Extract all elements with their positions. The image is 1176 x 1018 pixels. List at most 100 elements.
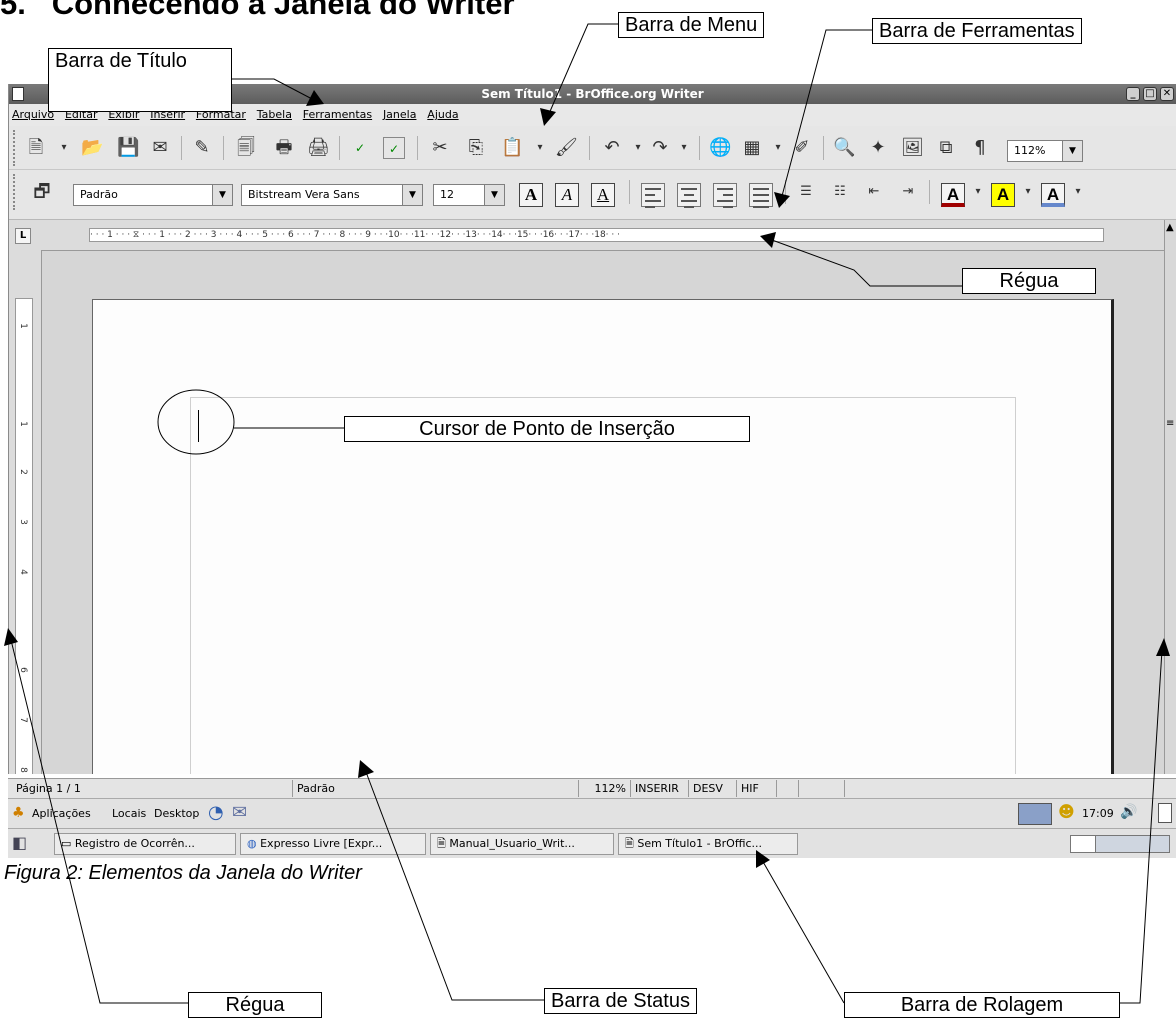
auto-spellcheck-icon[interactable]: ✓	[383, 137, 405, 159]
status-hyphenation[interactable]: HIF	[736, 780, 776, 797]
new-document-icon[interactable]: 🗎	[25, 137, 47, 159]
spellcheck-icon[interactable]: ✓	[349, 137, 371, 159]
export-pdf-icon[interactable]: 🗐	[235, 137, 257, 159]
background-color-dropdown-icon[interactable]: ▾	[1067, 181, 1089, 203]
vertical-scrollbar[interactable]: ▲ ≡ ⌃ ⌄ ◉	[1164, 220, 1176, 774]
italic-button[interactable]: A	[555, 183, 579, 207]
notes-icon[interactable]	[1158, 803, 1172, 823]
align-center-button[interactable]	[677, 183, 701, 208]
font-color-button[interactable]: A	[941, 183, 965, 207]
redo-icon[interactable]: ↷	[649, 137, 671, 159]
paste-dropdown-icon[interactable]: ▾	[529, 137, 551, 159]
paste-icon[interactable]: 📋	[501, 137, 523, 159]
menu-places[interactable]: Locais	[112, 807, 146, 820]
taskbar-item[interactable]: ▭ Registro de Ocorrên...	[54, 833, 236, 855]
toolbar-grip[interactable]	[13, 130, 17, 166]
status-style[interactable]: Padrão	[292, 780, 578, 797]
cut-icon[interactable]: ✂	[429, 137, 451, 159]
show-desktop-icon[interactable]: ◧	[12, 833, 27, 852]
navigator-icon[interactable]: ✦	[867, 137, 889, 159]
menu-ajuda[interactable]: Ajuda	[427, 108, 458, 121]
status-selection-mode[interactable]: DESV	[688, 780, 736, 797]
toolbar-grip[interactable]	[13, 174, 17, 210]
justify-button[interactable]	[749, 183, 773, 208]
network-icon[interactable]	[1018, 803, 1052, 825]
underline-button[interactable]: A	[591, 183, 615, 207]
redo-dropdown-icon[interactable]: ▾	[673, 137, 695, 159]
table-icon[interactable]: ▦	[741, 137, 763, 159]
user-icon[interactable]: ☻	[1058, 802, 1075, 821]
bold-button[interactable]: A	[519, 183, 543, 207]
chevron-down-icon[interactable]: ▼	[212, 185, 232, 205]
taskbar-item-label: Registro de Ocorrên...	[74, 837, 195, 850]
align-right-button[interactable]	[713, 183, 737, 208]
horizontal-ruler[interactable]: · · · 1 · · · ⧖ · · · 1 · · · 2 · · · 3 …	[9, 220, 1176, 250]
chevron-down-icon[interactable]: ▼	[402, 185, 422, 205]
font-color-dropdown-icon[interactable]: ▾	[967, 181, 989, 203]
browser-launcher-icon[interactable]: ◔	[208, 802, 224, 823]
decrease-indent-icon[interactable]: ⇤	[863, 181, 885, 203]
chevron-down-icon[interactable]: ▼	[484, 185, 504, 205]
taskbar-item[interactable]: 🗎 Sem Título1 - BrOffic...	[618, 833, 798, 855]
print-preview-icon[interactable]: 🖨	[307, 137, 330, 159]
taskbar-item[interactable]: ◍ Expresso Livre [Expr...	[240, 833, 426, 855]
menu-janela[interactable]: Janela	[383, 108, 417, 121]
print-icon[interactable]: 🖶	[273, 137, 295, 159]
email-icon[interactable]: ✉	[149, 137, 171, 159]
edit-file-icon[interactable]: ✎	[191, 137, 213, 159]
data-sources-icon[interactable]: ⧉	[935, 137, 957, 159]
styles-formatting-icon[interactable]: 🗗	[31, 181, 53, 203]
taskbar-item[interactable]: 🗎 Manual_Usuario_Writ...	[430, 833, 614, 855]
menu-applications[interactable]: Aplicações	[32, 807, 91, 820]
font-name-select[interactable]: Bitstream Vera Sans ▼	[241, 184, 423, 206]
font-size-select[interactable]: 12 ▼	[433, 184, 505, 206]
undo-icon[interactable]: ↶	[601, 137, 623, 159]
formatting-marks-icon[interactable]: ¶	[969, 137, 991, 159]
callout-ruler-bottom: Régua	[188, 992, 322, 1018]
undo-dropdown-icon[interactable]: ▾	[627, 137, 649, 159]
status-insert-mode[interactable]: INSERIR	[630, 780, 688, 797]
workspace-switcher[interactable]	[1070, 835, 1170, 853]
zoom-select[interactable]: 112% ▼	[1007, 140, 1083, 162]
close-icon[interactable]: ✕	[1160, 87, 1174, 101]
new-dropdown-icon[interactable]: ▾	[53, 137, 75, 159]
copy-icon[interactable]: ⎘	[465, 137, 487, 159]
document-page[interactable]	[92, 299, 1114, 774]
mail-launcher-icon[interactable]: ✉	[232, 802, 247, 823]
menu-tabela[interactable]: Tabela	[257, 108, 292, 121]
tab-stop-icon[interactable]: L	[15, 228, 31, 244]
scroll-grip-icon[interactable]: ≡	[1166, 418, 1174, 430]
table-dropdown-icon[interactable]: ▾	[767, 137, 789, 159]
maximize-icon[interactable]: □	[1143, 87, 1157, 101]
volume-icon[interactable]: 🔊	[1120, 804, 1137, 820]
menu-desktop[interactable]: Desktop	[154, 807, 199, 820]
status-digital-signature[interactable]	[776, 780, 798, 797]
hyperlink-icon[interactable]: 🌐	[709, 137, 731, 159]
open-folder-icon[interactable]: 📂	[81, 137, 103, 159]
minimize-icon[interactable]: _	[1126, 87, 1140, 101]
find-replace-icon[interactable]: 🔍	[833, 137, 855, 159]
format-paintbrush-icon[interactable]: 🖌	[555, 137, 578, 159]
clock[interactable]: 17:09	[1082, 807, 1114, 820]
numbering-icon[interactable]: ☰	[795, 181, 817, 203]
bullets-icon[interactable]: ☷	[829, 181, 851, 203]
paragraph-style-select[interactable]: Padrão ▼	[73, 184, 233, 206]
scroll-up-icon[interactable]: ▲	[1166, 222, 1174, 234]
chevron-down-icon[interactable]: ▼	[1062, 141, 1082, 161]
figure-caption: Figura 2: Elementos da Janela do Writer	[4, 862, 362, 884]
status-document-modified[interactable]	[798, 780, 844, 797]
vertical-ruler[interactable]: 112 346 78	[15, 298, 33, 774]
formatting-toolbar: 🗗 Padrão ▼ Bitstream Vera Sans ▼ 12 ▼ A …	[9, 170, 1176, 220]
workspace-1[interactable]	[1071, 836, 1096, 852]
save-icon[interactable]: 💾	[117, 137, 139, 159]
highlight-dropdown-icon[interactable]: ▾	[1017, 181, 1039, 203]
align-left-button[interactable]	[641, 183, 665, 208]
menu-ferramentas[interactable]: Ferramentas	[303, 108, 372, 121]
status-page[interactable]: Página 1 / 1	[12, 780, 292, 797]
background-color-button[interactable]: A	[1041, 183, 1065, 207]
increase-indent-icon[interactable]: ⇥	[897, 181, 919, 203]
status-zoom[interactable]: 112%	[578, 780, 630, 797]
draw-functions-icon[interactable]: ✐	[791, 137, 813, 159]
highlight-button[interactable]: A	[991, 183, 1015, 207]
gallery-icon[interactable]: 🖼	[901, 137, 924, 159]
